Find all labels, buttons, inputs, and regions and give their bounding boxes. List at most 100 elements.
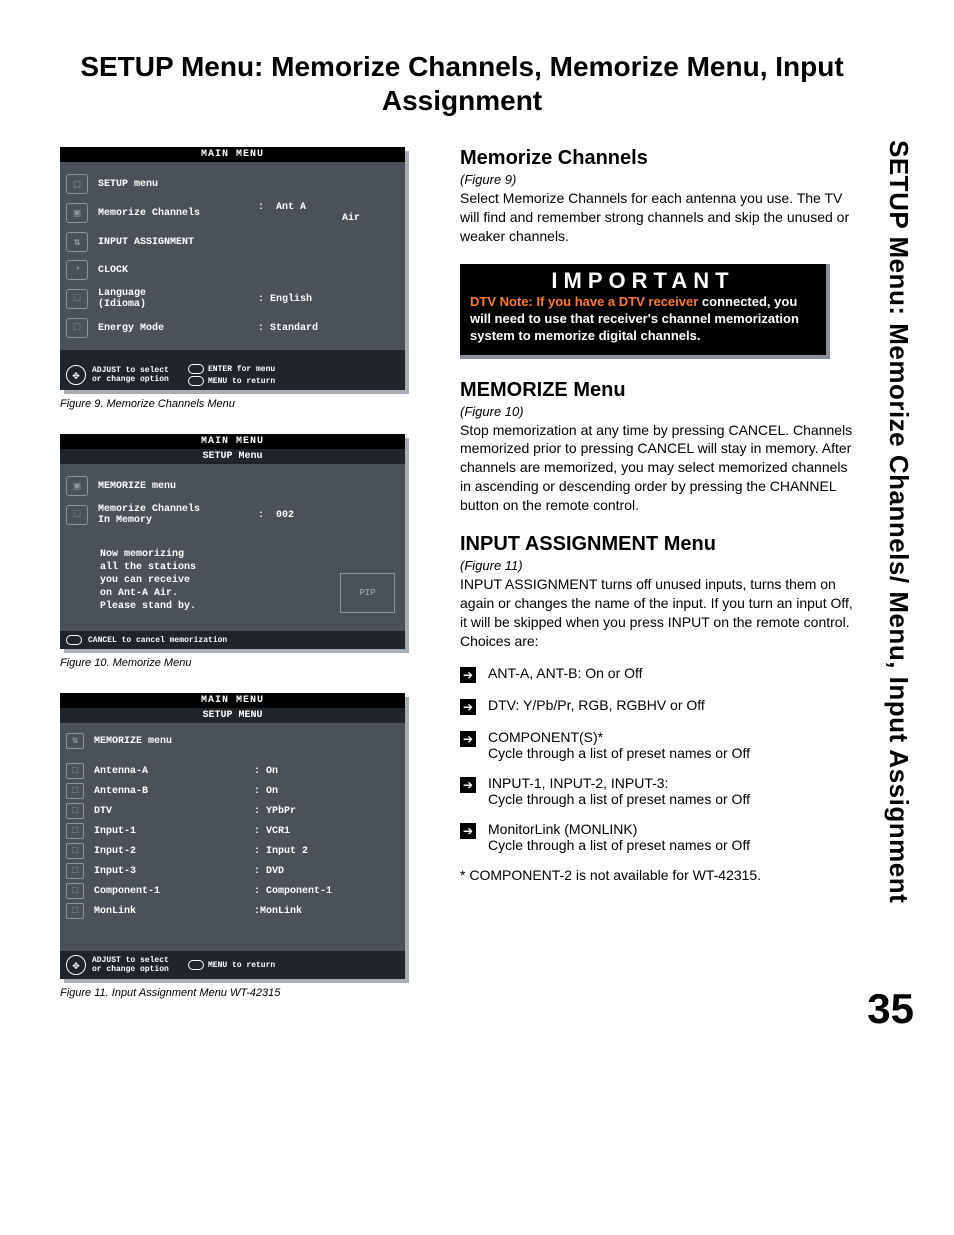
box-icon: □ bbox=[66, 783, 84, 799]
box-icon: □ bbox=[66, 863, 84, 879]
arrow-icon: ➔ bbox=[460, 731, 476, 747]
section-title-input-assignment: INPUT ASSIGNMENT Menu bbox=[460, 533, 854, 556]
menu-item-label: Antenna-B bbox=[94, 786, 244, 797]
menu-item-label: CLOCK bbox=[98, 265, 248, 276]
pip-box: PIP bbox=[340, 573, 395, 613]
footer-hint: ENTER for menu bbox=[208, 365, 275, 374]
language-icon: □ bbox=[66, 289, 88, 309]
menu-item-value: : Component-1 bbox=[254, 886, 395, 897]
menu-item-value: : VCR1 bbox=[254, 826, 395, 837]
fig10-caption: Figure 10. Memorize Menu bbox=[60, 657, 430, 669]
menu-item-label: MEMORIZE menu bbox=[98, 481, 248, 492]
menu-item-label: Antenna-A bbox=[94, 766, 244, 777]
osd-subheader: SETUP Menu bbox=[60, 449, 405, 464]
menu-item-value: : Input 2 bbox=[254, 846, 395, 857]
arrow-icon: ➔ bbox=[460, 699, 476, 715]
input-icon: ⇅ bbox=[66, 733, 84, 749]
figure-reference: (Figure 9) bbox=[460, 172, 854, 187]
menu-item-value: : On bbox=[254, 786, 395, 797]
menu-item-label: INPUT ASSIGNMENT bbox=[98, 237, 248, 248]
osd-header: MAIN MENU bbox=[60, 147, 405, 162]
menu-item-label: MonLink bbox=[94, 906, 244, 917]
fig11-osd: MAIN MENU SETUP MENU ⇅ MEMORIZE menu □ Ant… bbox=[60, 693, 405, 979]
memorize-progress-text: Now memorizing all the stations you can … bbox=[100, 548, 196, 613]
clock-icon: ◔ bbox=[66, 260, 88, 280]
menu-item-value: : DVD bbox=[254, 866, 395, 877]
osd-subheader: SETUP MENU bbox=[60, 708, 405, 723]
box-icon: □ bbox=[66, 843, 84, 859]
menu-item-value: : YPbPr bbox=[254, 806, 395, 817]
arrow-icon: ➔ bbox=[460, 777, 476, 793]
osd-footer: CANCEL to cancel memorization bbox=[60, 631, 405, 649]
menu-pill-icon bbox=[188, 960, 204, 970]
footer-hint: CANCEL to cancel memorization bbox=[88, 636, 227, 645]
section-text: INPUT ASSIGNMENT turns off unused inputs… bbox=[460, 575, 854, 651]
input-icon: ⇅ bbox=[66, 232, 88, 252]
menu-item-label: SETUP menu bbox=[98, 179, 248, 190]
footer-hint: MENU to return bbox=[208, 961, 275, 970]
menu-item-value: : On bbox=[254, 766, 395, 777]
list-item: MonitorLink (MONLINK) Cycle through a li… bbox=[488, 821, 750, 853]
fig11-caption: Figure 11. Input Assignment Menu WT-4231… bbox=[60, 987, 430, 999]
footnote: * COMPONENT-2 is not available for WT-42… bbox=[460, 867, 854, 883]
fig9-osd: MAIN MENU ▢ SETUP menu ▣ Memorize Channels… bbox=[60, 147, 405, 390]
menu-item-label: Energy Mode bbox=[98, 323, 248, 334]
list-item: INPUT-1, INPUT-2, INPUT-3: Cycle through… bbox=[488, 775, 750, 807]
sidebar-title: SETUP Menu: Memorize Channels/ Menu, Inp… bbox=[883, 140, 914, 1040]
figure-reference: (Figure 11) bbox=[460, 558, 854, 573]
arrow-icon: ➔ bbox=[460, 667, 476, 683]
important-box: IMPORTANT DTV Note: If you have a DTV re… bbox=[460, 264, 830, 359]
figure-reference: (Figure 10) bbox=[460, 404, 854, 419]
footer-hint: MENU to return bbox=[208, 377, 275, 386]
menu-item-label: Input-1 bbox=[94, 826, 244, 837]
memorize-icon: ▣ bbox=[66, 203, 88, 223]
box-icon: □ bbox=[66, 823, 84, 839]
important-title: IMPORTANT bbox=[470, 268, 816, 294]
cancel-pill-icon bbox=[66, 635, 82, 645]
page-number: 35 bbox=[867, 985, 914, 1033]
menu-item-label: Memorize Channels bbox=[98, 208, 248, 219]
menu-item-value: :MonLink bbox=[254, 906, 395, 917]
dpad-icon: ✥ bbox=[66, 365, 86, 385]
menu-item-label: Input-3 bbox=[94, 866, 244, 877]
list-item: COMPONENT(S)* Cycle through a list of pr… bbox=[488, 729, 750, 761]
menu-item-label: Component-1 bbox=[94, 886, 244, 897]
section-text: Stop memorization at any time by pressin… bbox=[460, 421, 854, 515]
menu-item-label: Memorize Channels In Memory bbox=[98, 504, 248, 526]
list-item: DTV: Y/Pb/Pr, RGB, RGBHV or Off bbox=[488, 697, 705, 713]
box-icon: □ bbox=[66, 803, 84, 819]
section-text: Select Memorize Channels for each antenn… bbox=[460, 189, 854, 246]
footer-hint: ADJUST to select or change option bbox=[92, 956, 182, 974]
menu-item-label: Input-2 bbox=[94, 846, 244, 857]
right-column: Memorize Channels (Figure 9) Select Memo… bbox=[460, 147, 914, 1023]
left-column: MAIN MENU ▢ SETUP menu ▣ Memorize Channels… bbox=[60, 147, 430, 1023]
screen-icon: ▢ bbox=[66, 174, 88, 194]
footer-hint: ADJUST to select or change option bbox=[92, 366, 182, 384]
menu-item-value: : Ant A Air bbox=[258, 202, 395, 224]
osd-header: MAIN MENU bbox=[60, 434, 405, 449]
menu-item-value: : English bbox=[258, 294, 395, 305]
dpad-icon: ✥ bbox=[66, 955, 86, 975]
section-title-memorize-menu: MEMORIZE Menu bbox=[460, 379, 854, 402]
box-icon: □ bbox=[66, 763, 84, 779]
box-icon: □ bbox=[66, 903, 84, 919]
page-title: SETUP Menu: Memorize Channels, Memorize … bbox=[60, 50, 914, 117]
important-dtv-prefix: DTV Note: If you have a DTV receiver bbox=[470, 294, 698, 309]
energy-icon: □ bbox=[66, 318, 88, 338]
fig9-caption: Figure 9. Memorize Channels Menu bbox=[60, 398, 430, 410]
menu-item-value: : Standard bbox=[258, 323, 395, 334]
menu-item-label: MEMORIZE menu bbox=[94, 736, 244, 747]
menu-item-label: Language (Idioma) bbox=[98, 288, 248, 310]
menu-item-label: DTV bbox=[94, 806, 244, 817]
memorize-icon: ▣ bbox=[66, 476, 88, 496]
box-icon: □ bbox=[66, 883, 84, 899]
menu-pill-icon bbox=[188, 376, 204, 386]
osd-footer: ✥ ADJUST to select or change option MENU… bbox=[60, 951, 405, 979]
arrow-icon: ➔ bbox=[460, 823, 476, 839]
fig10-osd: MAIN MENU SETUP Menu ▣ MEMORIZE menu □ Mem… bbox=[60, 434, 405, 649]
memory-icon: □ bbox=[66, 505, 88, 525]
menu-item-value: : 002 bbox=[258, 510, 395, 521]
enter-pill-icon bbox=[188, 364, 204, 374]
osd-header: MAIN MENU bbox=[60, 693, 405, 708]
list-item: ANT-A, ANT-B: On or Off bbox=[488, 665, 643, 681]
